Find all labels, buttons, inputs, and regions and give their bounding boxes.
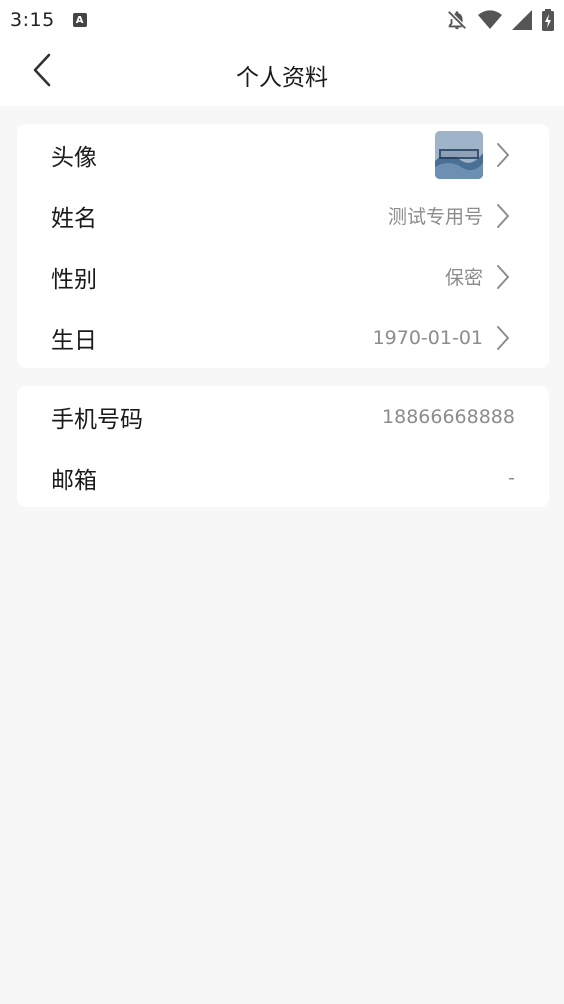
birthday-value: 1970-01-01 — [372, 326, 483, 349]
nav-bar: 个人资料 — [0, 40, 564, 106]
chevron-right-icon — [497, 203, 509, 228]
battery-charging-icon — [542, 9, 554, 31]
wifi-icon — [478, 10, 502, 30]
phone-row: 手机号码 18866668888 — [17, 386, 549, 447]
notification-a-icon: A — [72, 13, 87, 27]
email-value: - — [508, 466, 515, 489]
email-row: 邮箱 - — [17, 447, 549, 508]
profile-card: 头像 姓名 测试专用号 性别 保密 生日 1970-01-01 — [17, 124, 549, 368]
phone-value: 18866668888 — [382, 405, 515, 428]
signal-icon — [512, 10, 532, 30]
name-value: 测试专用号 — [387, 206, 483, 228]
status-time: 3:15 — [10, 9, 55, 31]
avatar[interactable] — [435, 130, 483, 179]
chevron-right-icon — [497, 264, 509, 289]
avatar-label: 头像 — [51, 144, 97, 171]
contact-card: 手机号码 18866668888 邮箱 - — [17, 386, 549, 507]
page-title: 个人资料 — [236, 65, 328, 91]
name-row[interactable]: 姓名 测试专用号 — [17, 185, 549, 246]
birthday-row[interactable]: 生日 1970-01-01 — [17, 307, 549, 368]
gender-row[interactable]: 性别 保密 — [17, 246, 549, 307]
chevron-right-icon — [497, 142, 509, 167]
name-label: 姓名 — [51, 205, 97, 232]
gender-value: 保密 — [444, 267, 483, 289]
birthday-label: 生日 — [51, 327, 97, 354]
bell-off-icon — [446, 9, 468, 31]
avatar-row[interactable]: 头像 — [17, 124, 549, 185]
email-label: 邮箱 — [51, 467, 97, 494]
phone-label: 手机号码 — [51, 406, 143, 433]
gender-label: 性别 — [51, 266, 97, 293]
chevron-right-icon — [497, 325, 509, 350]
status-bar: 3:15 A — [0, 0, 564, 40]
